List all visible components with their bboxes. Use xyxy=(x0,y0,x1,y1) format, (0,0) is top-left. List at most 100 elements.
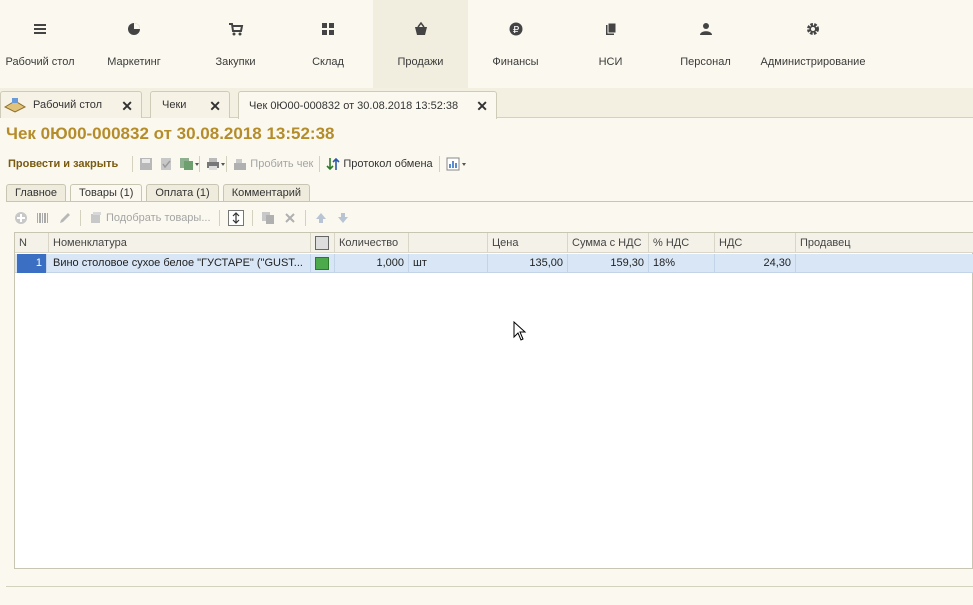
edit-icon[interactable] xyxy=(58,211,72,225)
cell-n[interactable]: 1 xyxy=(17,254,47,273)
tab-payment[interactable]: Оплата (1) xyxy=(146,184,219,201)
cell-price[interactable]: 135,00 xyxy=(488,254,568,273)
section-nsi[interactable]: НСИ xyxy=(563,0,658,88)
separator xyxy=(80,210,81,226)
goods-toolbar: Подобрать товары... xyxy=(14,208,350,228)
col-vat[interactable]: НДС xyxy=(715,233,796,253)
basket-icon xyxy=(373,20,468,38)
separator xyxy=(251,210,253,226)
cell-sum-vat[interactable]: 159,30 xyxy=(568,254,649,273)
barcode-icon[interactable] xyxy=(36,211,50,225)
sort-button[interactable] xyxy=(227,210,244,226)
section-sales[interactable]: Продажи xyxy=(373,0,468,88)
cell-vat-rate[interactable]: 18% xyxy=(649,254,715,273)
post-and-close-button[interactable]: Провести и закрыть xyxy=(8,158,118,170)
col-vat-rate[interactable]: % НДС xyxy=(649,233,715,253)
exchange-icon xyxy=(326,157,340,171)
copy-icon[interactable] xyxy=(261,211,275,225)
section-label: Рабочий стол xyxy=(5,56,75,68)
section-desktop[interactable]: Рабочий стол xyxy=(0,0,80,88)
sort-icon xyxy=(232,212,239,224)
move-down-icon[interactable] xyxy=(336,211,350,225)
section-personnel[interactable]: Персонал xyxy=(658,0,753,88)
col-seller[interactable]: Продавец xyxy=(796,233,973,253)
col-n[interactable]: N xyxy=(15,233,49,253)
cell-unit[interactable]: шт xyxy=(409,254,488,273)
command-bar: Провести и закрыть Пробить чек Протокол … xyxy=(8,154,468,174)
gear-icon xyxy=(753,20,873,38)
tab-receipts[interactable]: Чеки ✕ xyxy=(150,91,230,118)
separator xyxy=(132,156,134,172)
section-label: Персонал xyxy=(680,56,731,68)
tab-receipt-document[interactable]: Чек 0Ю00-000832 от 30.08.2018 13:52:38 ✕ xyxy=(238,91,497,119)
separator xyxy=(218,210,220,226)
close-icon[interactable]: ✕ xyxy=(209,98,221,115)
pick-icon xyxy=(89,211,103,225)
col-price[interactable]: Цена xyxy=(488,233,568,253)
print-icon[interactable] xyxy=(206,157,226,171)
section-purchases[interactable]: Закупки xyxy=(188,0,283,88)
col-sum-vat[interactable]: Сумма с НДС xyxy=(568,233,649,253)
page-title: Чек 0Ю00-000832 от 30.08.2018 13:52:38 xyxy=(6,124,335,143)
post-icon[interactable] xyxy=(159,157,173,171)
open-windows-bar: Рабочий стол ✕ Чеки ✕ Чек 0Ю00-000832 от… xyxy=(0,88,973,119)
print-receipt-button[interactable]: Пробить чек xyxy=(233,157,313,171)
mouse-cursor-icon xyxy=(513,320,527,344)
col-unit[interactable] xyxy=(409,233,488,253)
section-label: Маркетинг xyxy=(107,56,161,68)
separator xyxy=(226,156,228,172)
grid-icon xyxy=(283,20,373,38)
pie-chart-icon xyxy=(80,20,188,38)
cell-vat[interactable]: 24,30 xyxy=(715,254,796,273)
delete-icon[interactable] xyxy=(283,211,297,225)
tab-desktop[interactable]: Рабочий стол ✕ xyxy=(0,91,142,118)
exchange-log-label: Протокол обмена xyxy=(343,158,433,170)
menu-icon xyxy=(0,20,80,38)
barcode-green-icon xyxy=(315,257,329,270)
section-administration[interactable]: Администрирование xyxy=(753,0,873,88)
person-icon xyxy=(658,20,753,38)
section-warehouse[interactable]: Склад xyxy=(283,0,373,88)
close-icon[interactable]: ✕ xyxy=(476,98,488,115)
print-receipt-label: Пробить чек xyxy=(250,158,314,170)
section-label: Склад xyxy=(312,56,344,68)
exchange-log-button[interactable]: Протокол обмена xyxy=(326,157,433,171)
tab-main[interactable]: Главное xyxy=(6,184,67,201)
cell-item[interactable]: Вино столовое сухое белое "ГУСТАРЕ" ("GU… xyxy=(49,254,311,273)
col-quantity[interactable]: Количество xyxy=(335,233,409,253)
cart-icon xyxy=(188,20,283,38)
tab-comment[interactable]: Комментарий xyxy=(222,184,311,201)
tabs-divider xyxy=(6,201,973,202)
section-marketing[interactable]: Маркетинг xyxy=(80,0,188,88)
col-item[interactable]: Номенклатура xyxy=(49,233,311,253)
bottom-divider xyxy=(6,586,973,587)
cell-quantity[interactable]: 1,000 xyxy=(335,254,409,273)
form-tabs: Главное Товары (1) Оплата (1) Комментари… xyxy=(6,184,311,202)
tab-label: Чеки xyxy=(162,99,187,111)
section-label: НСИ xyxy=(598,56,623,68)
barcode-box-icon xyxy=(315,236,329,250)
cell-excise-mark[interactable] xyxy=(311,254,335,273)
goods-table: N Номенклатура Количество Цена Сумма с Н… xyxy=(14,232,973,569)
close-icon[interactable]: ✕ xyxy=(121,98,133,115)
pick-goods-button[interactable]: Подобрать товары... xyxy=(89,211,211,225)
cell-seller[interactable] xyxy=(796,254,973,273)
section-label: Администрирование xyxy=(760,56,866,68)
desktop-icon xyxy=(3,95,27,116)
table-row[interactable]: 1 Вино столовое сухое белое "ГУСТАРЕ" ("… xyxy=(15,254,973,273)
table-header: N Номенклатура Количество Цена Сумма с Н… xyxy=(15,233,973,253)
section-finance[interactable]: ₽ Финансы xyxy=(468,0,563,88)
add-icon[interactable] xyxy=(14,211,28,225)
separator xyxy=(199,156,201,172)
separator xyxy=(438,156,440,172)
create-based-on-icon[interactable] xyxy=(179,157,200,171)
separator xyxy=(319,156,321,172)
move-up-icon[interactable] xyxy=(314,211,328,225)
col-excise-mark[interactable] xyxy=(311,233,335,253)
report-icon[interactable] xyxy=(446,157,468,171)
sections-panel: Рабочий стол Маркетинг Закупки Склад Про… xyxy=(0,0,973,88)
save-icon[interactable] xyxy=(139,157,153,171)
section-label: Финансы xyxy=(492,56,539,68)
tab-goods[interactable]: Товары (1) xyxy=(70,184,143,201)
cash-register-icon xyxy=(233,157,247,171)
